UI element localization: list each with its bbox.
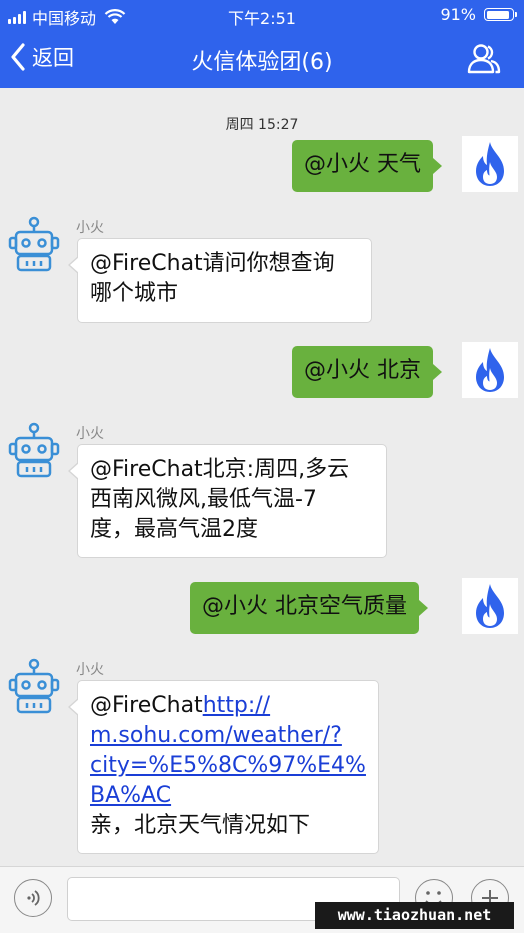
incoming-bubble[interactable]: @FireChat北京:周四,多云 西南风微风,最低气温-7 度，最高气温2度 — [68, 444, 387, 558]
incoming-bubble[interactable]: @FireChathttp:// m.sohu.com/weather/? ci… — [68, 680, 379, 854]
people-icon — [467, 44, 501, 74]
message-text-line: 度，最高气温2度 — [90, 517, 258, 542]
battery-percent: 91% — [440, 5, 476, 24]
robot-icon — [8, 658, 60, 714]
chevron-left-icon — [11, 43, 25, 71]
outgoing-bubble[interactable]: @小火 北京 — [292, 346, 442, 398]
message-text: @小火 北京空气质量 — [202, 594, 407, 619]
robot-icon — [8, 216, 60, 272]
status-right: 91% — [440, 5, 517, 24]
flame-icon — [476, 584, 504, 628]
message-text-line: 哪个城市 — [90, 281, 179, 306]
members-button[interactable] — [466, 42, 502, 76]
nav-bar: 返回 火信体验团(6) — [0, 30, 524, 88]
battery-icon — [484, 8, 517, 21]
robot-icon — [8, 422, 60, 478]
message-text-line: @FireChathttp:// — [90, 691, 366, 721]
message-text-line: 西南风微风,最低气温-7 — [90, 487, 317, 512]
bot-avatar[interactable] — [6, 422, 62, 482]
sender-name: 小火 — [76, 426, 104, 442]
status-bar: 中国移动 下午2:51 91% — [0, 0, 524, 30]
message-text: @小火 北京 — [304, 358, 421, 383]
message-text-line: 亲，北京天气情况如下 — [90, 813, 311, 838]
sender-name: 小火 — [76, 220, 104, 236]
weather-link[interactable]: city=%E5%8C%97%E4% — [90, 751, 366, 781]
outgoing-bubble[interactable]: @小火 北京空气质量 — [190, 582, 428, 634]
message-text-line: @FireChat请问你想查询 — [90, 251, 335, 276]
page-title: 火信体验团(6) — [191, 50, 333, 75]
weather-link[interactable]: http:// — [203, 693, 270, 718]
bot-avatar[interactable] — [6, 216, 62, 276]
message-text: @小火 天气 — [304, 152, 421, 177]
voice-icon — [27, 890, 40, 906]
watermark: www.tiaozhuan.net — [315, 902, 514, 929]
battery-fill — [486, 10, 510, 19]
weather-link[interactable]: m.sohu.com/weather/? — [90, 721, 366, 751]
bot-avatar[interactable] — [6, 658, 62, 718]
voice-button[interactable] — [14, 879, 52, 917]
message-prefix: @FireChat — [90, 693, 203, 718]
incoming-bubble[interactable]: @FireChat请问你想查询 哪个城市 — [68, 238, 372, 323]
back-button[interactable]: 返回 — [10, 42, 74, 72]
flame-icon — [476, 142, 504, 186]
sender-name: 小火 — [76, 662, 104, 678]
outgoing-bubble[interactable]: @小火 天气 — [292, 140, 442, 192]
user-avatar[interactable] — [462, 342, 518, 398]
chat-area[interactable]: 周四 15:27 @小火 天气 小火 @FireChat请问你想查询 哪个城市 — [0, 88, 524, 866]
user-avatar[interactable] — [462, 578, 518, 634]
user-avatar[interactable] — [462, 136, 518, 192]
back-label: 返回 — [32, 46, 74, 70]
message-text-line: @FireChat北京:周四,多云 — [90, 457, 350, 482]
message-timestamp: 周四 15:27 — [225, 117, 299, 133]
weather-link[interactable]: BA%AC — [90, 781, 366, 811]
flame-icon — [476, 348, 504, 392]
